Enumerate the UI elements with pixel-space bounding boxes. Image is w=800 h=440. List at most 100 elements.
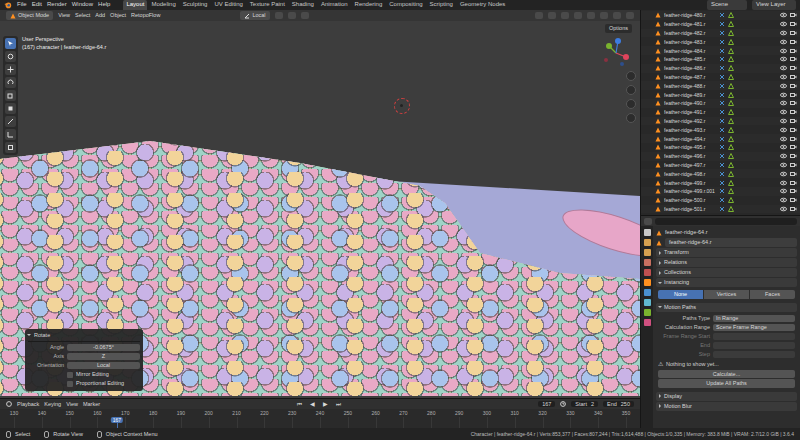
options-button[interactable]: Options [605, 24, 632, 33]
modifier-icon[interactable] [719, 56, 725, 62]
modifier-icon[interactable] [719, 100, 725, 106]
mesh-data-icon[interactable] [728, 21, 734, 27]
start-frame-field[interactable]: Start2 [571, 401, 598, 408]
menu-item[interactable]: Marker [83, 401, 100, 408]
eye-icon[interactable] [780, 188, 787, 194]
workspace-tab[interactable]: Layout [123, 0, 147, 9]
operator-header[interactable]: Rotate [28, 331, 140, 342]
menu-item[interactable]: File [17, 1, 27, 8]
output-tab-icon[interactable] [644, 249, 651, 256]
operator-panel[interactable]: RotateAngle-0.0675°AxisZOrientationLocal… [25, 329, 143, 391]
outliner-row[interactable]: feather-ridge-495.r [641, 143, 800, 152]
camera-icon[interactable] [790, 21, 797, 27]
camera-icon[interactable] [790, 12, 797, 18]
instancing-option[interactable]: Vertices [704, 290, 749, 299]
eye-icon[interactable] [780, 171, 787, 177]
select-box-icon[interactable] [5, 38, 16, 49]
workspace-tab[interactable]: Texture Paint [247, 0, 288, 9]
rendered-shading-icon[interactable] [626, 12, 634, 19]
menu-item[interactable]: Window [72, 1, 93, 8]
transport-button[interactable]: ▶ [323, 401, 328, 408]
eye-icon[interactable] [780, 109, 787, 115]
transform-tool-icon[interactable] [5, 103, 16, 114]
object-name-field[interactable]: feather-ridge-64.r [665, 238, 797, 247]
mesh-object-icon[interactable] [655, 100, 661, 106]
modifier-tab-icon[interactable] [644, 289, 651, 296]
mesh-object-icon[interactable] [655, 30, 661, 36]
eye-icon[interactable] [780, 197, 787, 203]
editor-type-icon[interactable] [644, 218, 652, 225]
scene-tab-icon[interactable] [644, 259, 651, 266]
mesh-data-icon[interactable] [728, 39, 734, 45]
eye-icon[interactable] [780, 12, 787, 18]
view-layer-selector[interactable]: View Layer [752, 0, 796, 9]
outliner-row[interactable]: feather-ridge-492.r [641, 117, 800, 126]
camera-icon[interactable] [626, 99, 636, 109]
gizmo-toggle-icon[interactable] [548, 12, 556, 19]
modifier-icon[interactable] [719, 144, 725, 150]
panel-header[interactable]: Motion Blur [656, 402, 797, 411]
menu-item[interactable]: Add [95, 12, 105, 19]
camera-icon[interactable] [790, 180, 797, 186]
modifier-icon[interactable] [719, 92, 725, 98]
mesh-data-icon[interactable] [728, 92, 734, 98]
menu-item[interactable]: View [66, 401, 78, 408]
workspace-tab[interactable]: UV Editing [211, 0, 245, 9]
blender-logo-icon[interactable] [4, 1, 12, 9]
grid-icon[interactable] [626, 113, 636, 123]
modifier-icon[interactable] [719, 162, 725, 168]
workspace-tab[interactable]: Modeling [148, 0, 178, 9]
menu-item[interactable]: RetopoFlow [131, 12, 160, 19]
eye-icon[interactable] [780, 100, 787, 106]
outliner-row[interactable]: feather-ridge-482.r [641, 29, 800, 38]
render-tab-icon[interactable] [644, 239, 651, 246]
zoom-icon[interactable] [626, 71, 636, 81]
eye-icon[interactable] [780, 48, 787, 54]
field-value[interactable]: Z [67, 353, 140, 360]
modifier-icon[interactable] [719, 48, 725, 54]
camera-icon[interactable] [790, 56, 797, 62]
eye-icon[interactable] [780, 92, 787, 98]
playhead[interactable]: 167 [111, 417, 123, 423]
mesh-data-icon[interactable] [728, 12, 734, 18]
pan-hand-icon[interactable] [626, 85, 636, 95]
camera-icon[interactable] [790, 171, 797, 177]
cursor-tool-icon[interactable] [5, 51, 16, 62]
mesh-data-icon[interactable] [728, 144, 734, 150]
eye-icon[interactable] [780, 118, 787, 124]
eye-icon[interactable] [780, 206, 787, 212]
eye-icon[interactable] [780, 180, 787, 186]
measure-tool-icon[interactable] [5, 129, 16, 140]
camera-icon[interactable] [790, 92, 797, 98]
material-tab-icon[interactable] [644, 319, 651, 326]
mesh-data-icon[interactable] [728, 171, 734, 177]
camera-icon[interactable] [790, 118, 797, 124]
field-value[interactable]: -0.0675° [67, 344, 140, 351]
modifier-icon[interactable] [719, 180, 725, 186]
menu-item[interactable]: Render [47, 1, 67, 8]
visibility-icon[interactable] [535, 12, 543, 19]
outliner-row[interactable]: feather-ridge-486.r [641, 64, 800, 73]
outliner-row[interactable]: feather-ridge-500.r [641, 196, 800, 205]
panel-header[interactable]: Relations [656, 258, 797, 267]
mesh-data-icon[interactable] [728, 74, 734, 80]
transport-button[interactable]: ⏮ [297, 401, 302, 408]
camera-icon[interactable] [790, 127, 797, 133]
mesh-data-icon[interactable] [728, 56, 734, 62]
camera-icon[interactable] [790, 144, 797, 150]
instancing-option[interactable]: None [658, 290, 703, 299]
modifier-icon[interactable] [719, 30, 725, 36]
menu-item[interactable]: Help [98, 1, 110, 8]
camera-icon[interactable] [790, 39, 797, 45]
mesh-object-icon[interactable] [655, 21, 661, 27]
world-tab-icon[interactable] [644, 269, 651, 276]
workspace-tab[interactable]: Animation [318, 0, 351, 9]
eye-icon[interactable] [780, 136, 787, 142]
properties-search[interactable] [655, 218, 797, 225]
mesh-object-icon[interactable] [655, 162, 661, 168]
material-shading-icon[interactable] [613, 12, 621, 19]
modifier-icon[interactable] [719, 206, 725, 212]
mesh-data-icon[interactable] [728, 100, 734, 106]
pivot-icon[interactable] [275, 12, 283, 19]
eye-icon[interactable] [780, 162, 787, 168]
